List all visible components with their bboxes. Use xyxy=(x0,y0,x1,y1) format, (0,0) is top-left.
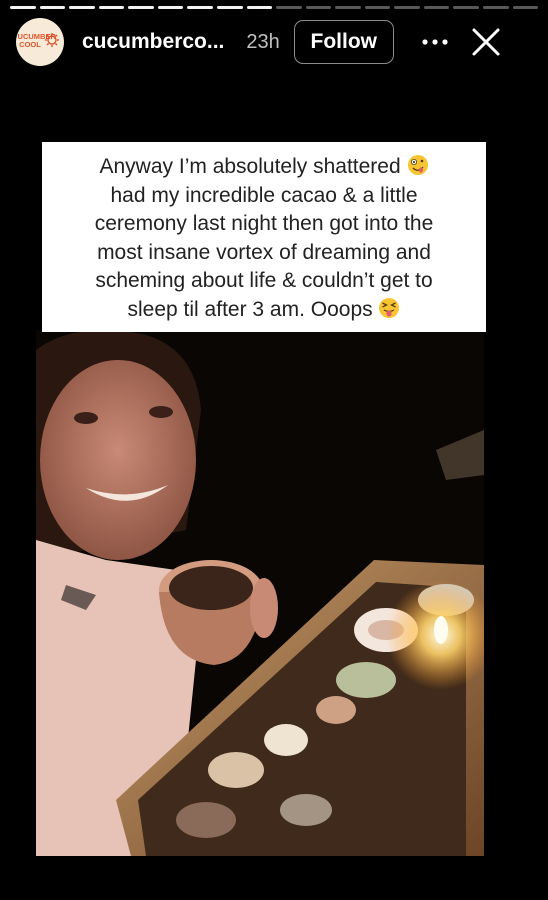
caption-line-4: most insane vortex of dreaming and xyxy=(97,240,431,264)
progress-segment xyxy=(39,6,66,9)
cucumber-cool-logo: CUCUMBER COOL xyxy=(18,21,61,63)
progress-segment xyxy=(364,6,391,9)
progress-segment xyxy=(187,6,213,9)
story-image xyxy=(36,330,484,856)
caption-line-5: scheming about life & couldn’t get to xyxy=(95,269,433,292)
story-progress-bar xyxy=(10,6,539,9)
more-horizontal-icon[interactable] xyxy=(420,32,450,52)
progress-segment xyxy=(246,6,273,9)
caption-line-1: Anyway I’m absolutely shattered xyxy=(52,153,476,182)
progress-segment xyxy=(157,6,184,9)
progress-segment xyxy=(423,6,450,9)
progress-segment xyxy=(394,6,420,9)
progress-segment xyxy=(216,6,243,9)
avatar[interactable]: CUCUMBER COOL xyxy=(16,18,64,66)
zany-face-emoji-icon xyxy=(407,155,428,175)
progress-segment xyxy=(69,6,95,9)
close-icon[interactable] xyxy=(468,24,504,60)
progress-segment xyxy=(10,6,36,9)
story-photo[interactable] xyxy=(36,330,484,856)
progress-segment xyxy=(483,6,509,9)
progress-segment xyxy=(335,6,361,9)
story-header: CUCUMBER COOL cucumberco... 23h Follow xyxy=(16,18,536,66)
username[interactable]: cucumberco... xyxy=(82,30,224,54)
squinting-tongue-face-emoji-icon xyxy=(379,297,400,318)
progress-segment xyxy=(512,6,539,9)
caption-line-6: sleep til after 3 am. Ooops xyxy=(52,296,476,325)
follow-button[interactable]: Follow xyxy=(293,20,394,64)
progress-segment xyxy=(276,6,302,9)
post-time: 23h xyxy=(246,30,280,53)
progress-segment xyxy=(128,6,154,9)
progress-segment xyxy=(453,6,479,9)
progress-segment xyxy=(305,6,332,9)
caption-line-2: had my incredible cacao & a little xyxy=(110,183,418,207)
story-caption: Anyway I’m absolutely shattered had my i… xyxy=(42,142,486,332)
progress-segment xyxy=(98,6,125,9)
caption-line-3: ceremony last night then got into the xyxy=(94,212,434,235)
svg-text:COOL: COOL xyxy=(19,40,41,49)
